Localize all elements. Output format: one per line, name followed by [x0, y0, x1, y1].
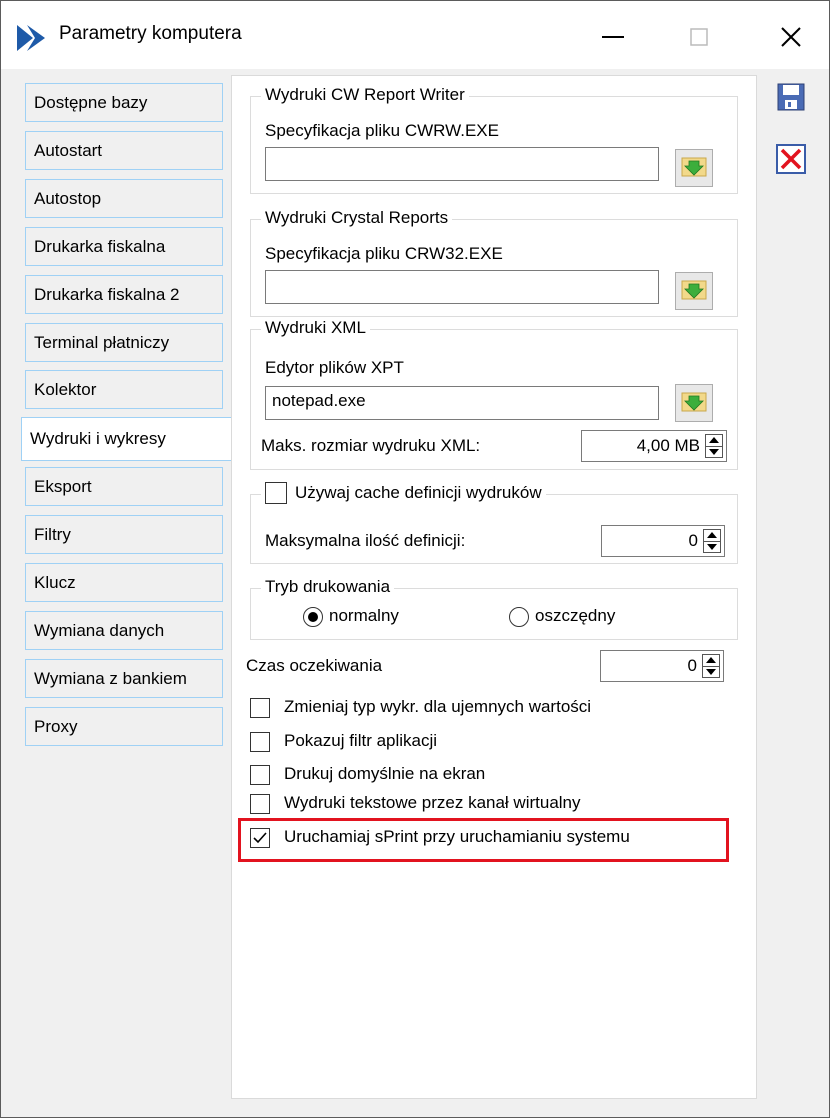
group-legend: Tryb drukowania	[261, 577, 395, 597]
tab-label: Wymiana z bankiem	[34, 668, 187, 688]
group-legend: Wydruki XML	[261, 318, 370, 338]
tab-drukarka-fiskalna-2[interactable]: Drukarka fiskalna 2	[25, 275, 223, 314]
tab-kolektor[interactable]: Kolektor	[25, 370, 223, 409]
radio-oszczedny[interactable]	[509, 607, 529, 627]
checkbox-ujemne-wartosci[interactable]	[250, 698, 270, 718]
crystal-browse-button[interactable]	[675, 272, 713, 310]
spinner-divider	[703, 541, 721, 542]
group-cwrw: Wydruki CW Report Writer Specyfikacja pl…	[250, 85, 738, 194]
close-button[interactable]	[763, 15, 819, 59]
radio-normalny-label: normalny	[329, 606, 399, 625]
tab-label: Drukarka fiskalna 2	[34, 284, 180, 304]
window-title: Parametry komputera	[59, 23, 242, 44]
cwrw-path-input[interactable]	[265, 147, 659, 181]
folder-arrow-icon	[681, 155, 707, 182]
checkbox-filtr-aplikacji[interactable]	[250, 732, 270, 752]
xml-max-size-spinner[interactable]: 4,00 MB	[581, 430, 727, 462]
checkbox-label: Zmieniaj typ wykr. dla ujemnych wartości	[284, 697, 592, 716]
crystal-path-input[interactable]	[265, 270, 659, 304]
tab-label: Eksport	[34, 476, 92, 496]
tab-label: Dostępne bazy	[34, 92, 148, 112]
tab-label: Filtry	[34, 524, 71, 544]
highlight-box	[238, 818, 729, 862]
tab-label: Autostart	[34, 140, 103, 160]
tab-label: Wymiana danych	[34, 620, 165, 640]
spinner-divider	[702, 666, 720, 667]
spinner-divider	[705, 446, 723, 447]
tab-label: Drukarka fiskalna	[34, 236, 166, 256]
xml-editor-label: Edytor plików XPT	[265, 358, 404, 377]
group-xml: Wydruki XML Edytor plików XPT notepad.ex…	[250, 318, 738, 470]
group-print-mode: Tryb drukowania normalny oszczędny	[250, 577, 738, 640]
cache-checkbox[interactable]	[265, 482, 287, 504]
radio-normalny[interactable]	[303, 607, 323, 627]
tab-label: Kolektor	[34, 379, 97, 399]
folder-arrow-icon	[681, 278, 707, 305]
tab-label: Proxy	[34, 716, 78, 736]
parameters-window: Parametry komputera Dostępne bazy Autost…	[0, 0, 830, 1118]
spinner-value: 0	[688, 531, 698, 550]
tab-label: Autostop	[34, 188, 102, 208]
xml-max-size-label: Maks. rozmiar wydruku XML:	[261, 436, 481, 455]
spinner-value: 4,00 MB	[636, 436, 700, 455]
checkbox-drukuj-na-ekran[interactable]	[250, 765, 270, 785]
tab-autostart[interactable]: Autostart	[25, 131, 223, 170]
minimize-icon	[602, 35, 624, 39]
tab-drukarka-fiskalna[interactable]: Drukarka fiskalna	[25, 227, 223, 266]
xml-browse-button[interactable]	[675, 384, 713, 422]
checkbox-label: Wydruki tekstowe przez kanał wirtualny	[284, 793, 581, 812]
tab-autostop[interactable]: Autostop	[25, 179, 223, 218]
wait-time-spinner[interactable]: 0	[600, 650, 724, 682]
tab-dostepne-bazy[interactable]: Dostępne bazy	[25, 83, 223, 122]
title-bar: Parametry komputera	[1, 1, 829, 69]
wait-time-label: Czas oczekiwania	[246, 656, 383, 675]
minimize-button[interactable]	[585, 15, 641, 59]
tab-label: Wydruki i wykresy	[30, 429, 166, 448]
group-legend: Wydruki CW Report Writer	[261, 85, 469, 105]
checkbox-label: Pokazuj filtr aplikacji	[284, 731, 438, 750]
cwrw-file-label: Specyfikacja pliku CWRW.EXE	[265, 121, 499, 140]
cancel-button[interactable]	[775, 143, 807, 179]
spinner-value: 0	[687, 656, 697, 675]
tab-label: Terminal płatniczy	[34, 332, 170, 352]
radio-oszczedny-label: oszczędny	[535, 606, 616, 625]
close-icon	[780, 26, 802, 48]
cache-max-label: Maksymalna ilość definicji:	[265, 531, 466, 550]
tab-label: Klucz	[34, 572, 76, 592]
tab-wymiana-danych[interactable]: Wymiana danych	[25, 611, 223, 650]
tab-wydruki-i-wykresy[interactable]: Wydruki i wykresy	[21, 417, 231, 461]
app-logo-icon	[15, 23, 49, 53]
cache-checkbox-label: Używaj cache definicji wydruków	[295, 483, 542, 502]
tab-terminal-platniczy[interactable]: Terminal płatniczy	[25, 323, 223, 362]
group-cache: Używaj cache definicji wydruków Maksymal…	[250, 482, 738, 564]
tab-proxy[interactable]: Proxy	[25, 707, 223, 746]
cache-legend: Używaj cache definicji wydruków	[261, 482, 546, 504]
save-disk-icon	[776, 82, 806, 117]
cache-max-spinner[interactable]: 0	[601, 525, 725, 557]
maximize-button[interactable]	[671, 15, 727, 59]
cwrw-browse-button[interactable]	[675, 149, 713, 187]
tab-filtry[interactable]: Filtry	[25, 515, 223, 554]
crystal-file-label: Specyfikacja pliku CRW32.EXE	[265, 244, 503, 263]
maximize-icon	[690, 28, 708, 46]
xml-editor-input[interactable]: notepad.exe	[265, 386, 659, 420]
group-legend: Wydruki Crystal Reports	[261, 208, 453, 228]
group-crystal: Wydruki Crystal Reports Specyfikacja pli…	[250, 208, 738, 317]
cancel-x-icon	[776, 143, 806, 179]
tab-eksport[interactable]: Eksport	[25, 467, 223, 506]
save-button[interactable]	[775, 83, 807, 115]
tab-klucz[interactable]: Klucz	[25, 563, 223, 602]
folder-arrow-icon	[681, 390, 707, 417]
checkbox-kanal-wirtualny[interactable]	[250, 794, 270, 814]
tab-wymiana-z-bankiem[interactable]: Wymiana z bankiem	[25, 659, 223, 698]
checkbox-label: Drukuj domyślnie na ekran	[284, 764, 486, 783]
settings-panel: Wydruki CW Report Writer Specyfikacja pl…	[231, 75, 757, 1099]
